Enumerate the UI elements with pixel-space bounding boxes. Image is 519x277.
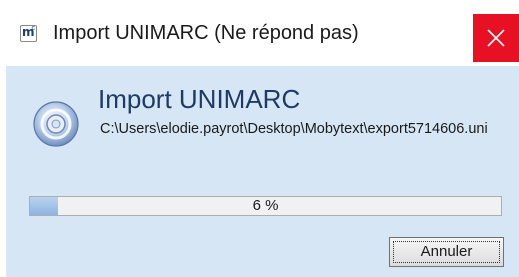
window-title: Import UNIMARC (Ne répond pas) [53, 22, 359, 44]
app-icon-superscript: c [31, 25, 36, 32]
import-dialog-window: m c Import UNIMARC (Ne répond pas) Impor… [0, 0, 519, 277]
mobytext-app-icon: m c [20, 25, 37, 42]
close-icon [487, 29, 505, 47]
disc-icon [33, 101, 79, 147]
focus-rectangle [393, 241, 500, 263]
close-button[interactable] [473, 14, 519, 62]
progress-label: 6 % [252, 197, 279, 214]
cancel-button[interactable]: Annuler [389, 237, 504, 267]
dialog-body: Import UNIMARC C:\Users\elodie.payrot\De… [6, 66, 519, 277]
progress-bar: 6 % [29, 196, 502, 216]
title-bar[interactable]: m c Import UNIMARC (Ne répond pas) [0, 0, 519, 62]
dialog-heading: Import UNIMARC [98, 84, 301, 114]
file-path: C:\Users\elodie.payrot\Desktop\Mobytext\… [100, 121, 488, 137]
